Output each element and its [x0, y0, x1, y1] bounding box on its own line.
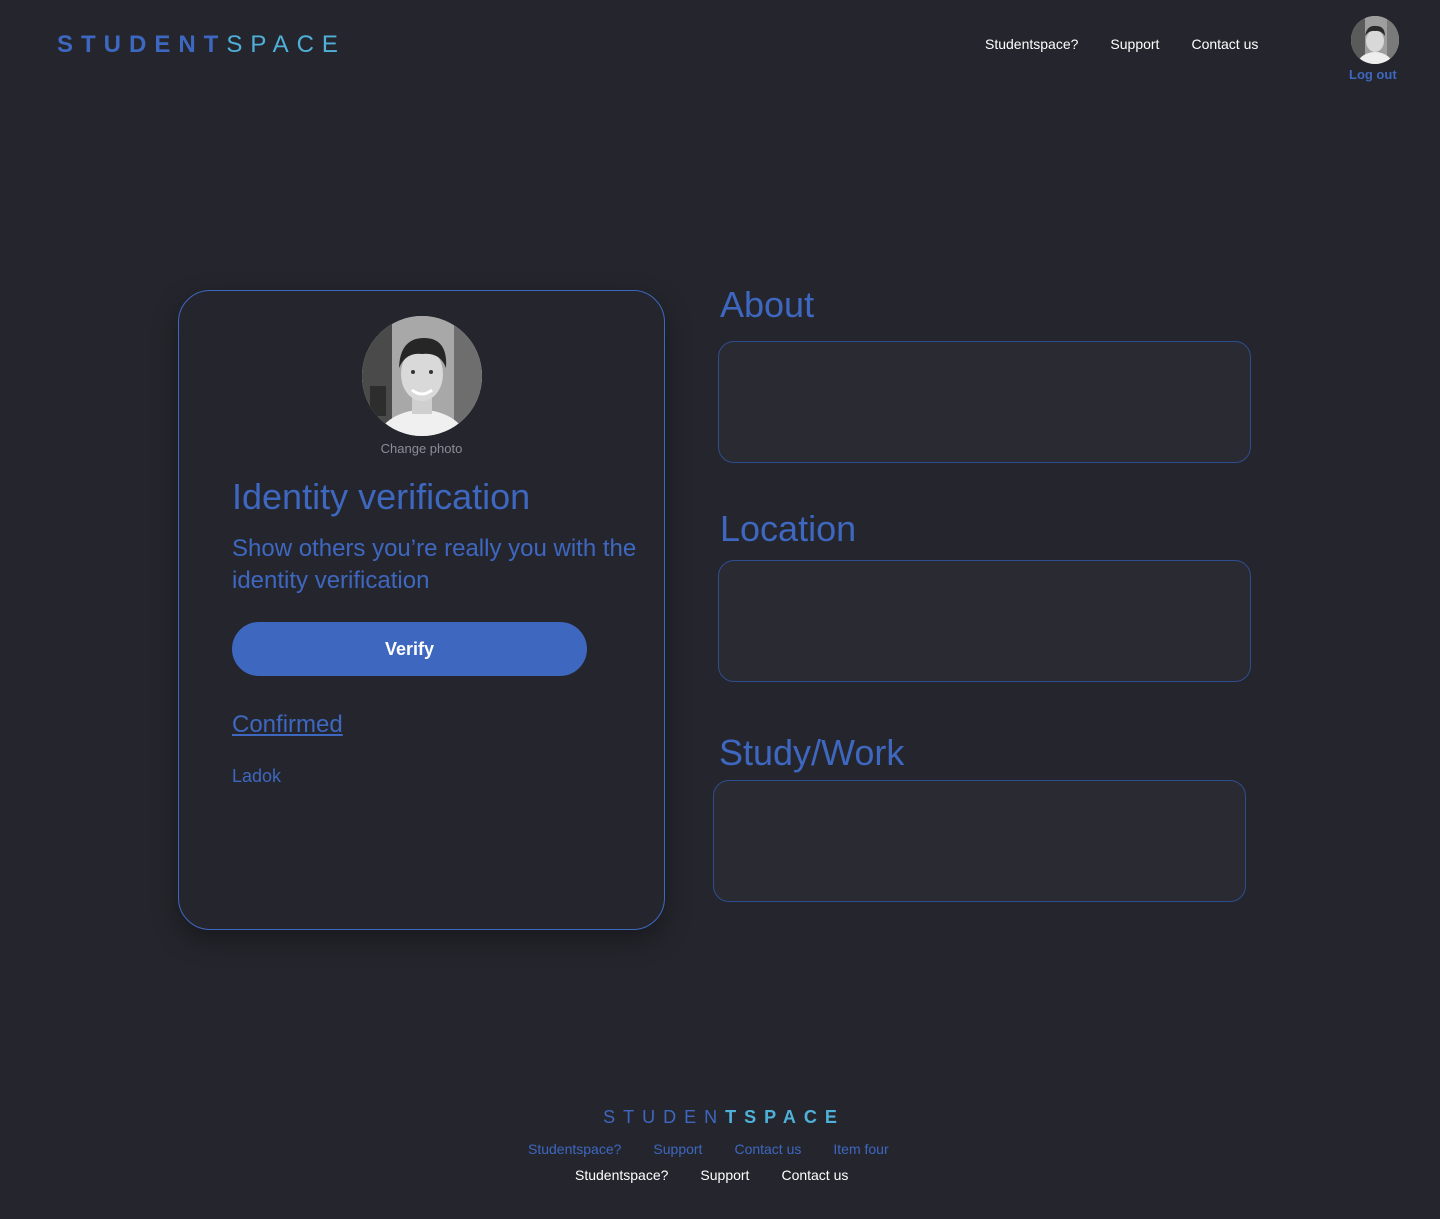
footer-link-contact-2[interactable]: Contact us: [781, 1166, 848, 1184]
verify-button[interactable]: Verify: [232, 622, 587, 676]
logout-link[interactable]: Log out: [1349, 67, 1397, 83]
verification-source: Ladok: [232, 766, 282, 786]
location-label: Location: [720, 508, 857, 549]
footer-link-support-2[interactable]: Support: [700, 1166, 749, 1184]
profile-photo-icon: [362, 316, 482, 436]
footer-link-contact[interactable]: Contact us: [734, 1140, 801, 1158]
footer-link-support[interactable]: Support: [653, 1140, 702, 1158]
nav-link-studentspace[interactable]: Studentspace?: [985, 35, 1078, 53]
footer-logo[interactable]: STUDENTSPACE: [0, 1106, 1440, 1128]
footer-nav-secondary: Studentspace? Support Contact us: [575, 1166, 848, 1184]
nav-link-support[interactable]: Support: [1110, 35, 1159, 53]
identity-title: Identity verification: [232, 476, 531, 517]
footer-link-studentspace-2[interactable]: Studentspace?: [575, 1166, 668, 1184]
change-photo-link[interactable]: Change photo: [179, 441, 664, 457]
study-work-label: Study/Work: [719, 732, 905, 773]
study-work-field[interactable]: [713, 780, 1246, 902]
location-field[interactable]: [718, 560, 1251, 682]
about-field[interactable]: [718, 341, 1251, 463]
identity-card: Change photo Identity verification Show …: [178, 290, 665, 930]
footer-logo-part1: STUDEN: [603, 1107, 726, 1127]
logo-part-student: STUDENT: [57, 31, 227, 58]
footer-link-item-four[interactable]: Item four: [833, 1140, 888, 1158]
logo-part-space: SPACE: [226, 31, 346, 58]
top-nav: Studentspace? Support Contact us: [985, 35, 1258, 53]
avatar-icon: [1351, 16, 1399, 64]
site-logo[interactable]: STUDENTSPACE: [57, 31, 346, 59]
avatar[interactable]: [1351, 16, 1399, 64]
footer-logo-part2: TSPACE: [725, 1107, 845, 1127]
footer-link-studentspace[interactable]: Studentspace?: [528, 1140, 621, 1158]
identity-subtitle: Show others you’re really you with the i…: [232, 535, 637, 594]
nav-link-contact[interactable]: Contact us: [1191, 35, 1258, 53]
confirmed-link[interactable]: Confirmed: [232, 710, 343, 740]
about-label: About: [720, 284, 815, 325]
footer-nav-primary: Studentspace? Support Contact us Item fo…: [528, 1140, 889, 1158]
profile-photo[interactable]: [362, 316, 482, 436]
